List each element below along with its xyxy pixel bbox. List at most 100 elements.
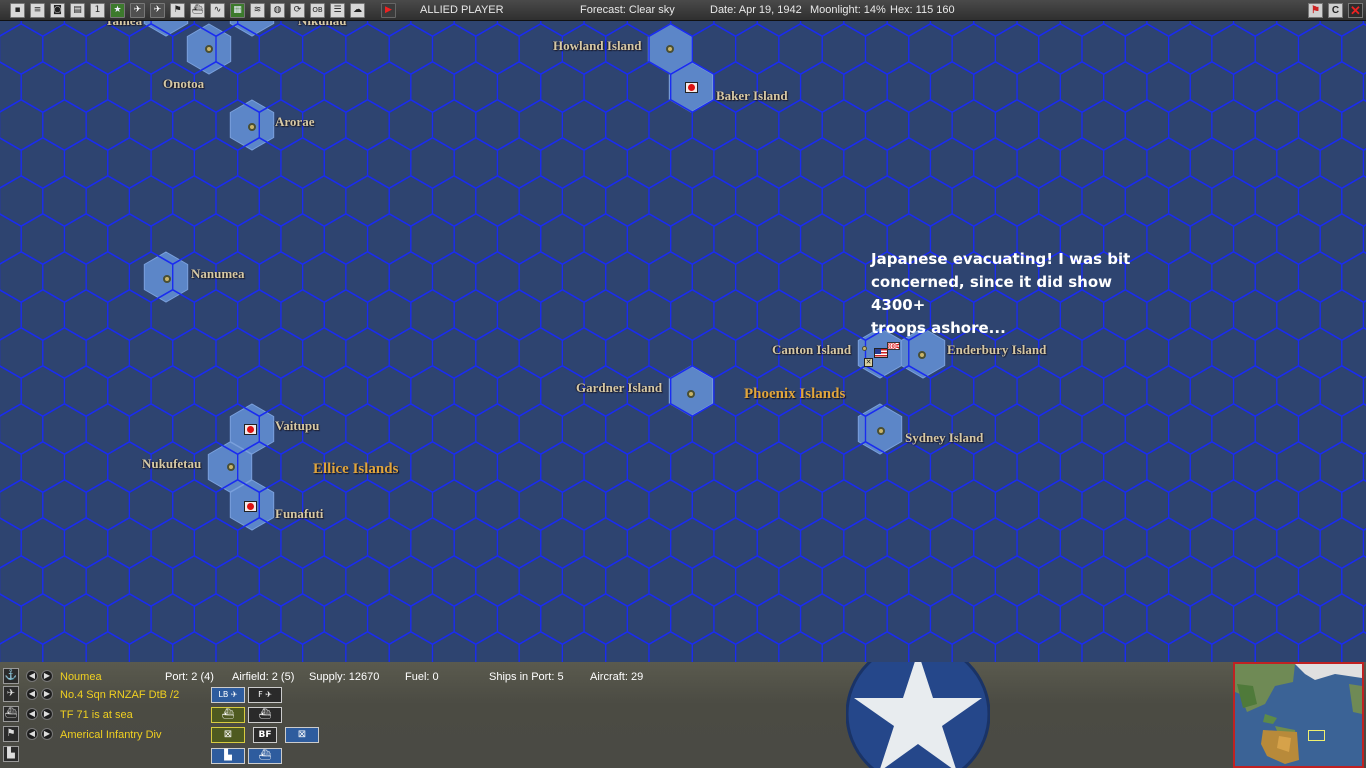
base-marker[interactable] — [687, 390, 695, 398]
ob-icon[interactable]: OB — [310, 3, 325, 18]
ship-icon[interactable]: ⛴ — [3, 706, 19, 722]
place-label-onotoa: Onotoa — [163, 76, 205, 91]
place-label-baker: Baker Island — [716, 88, 788, 103]
place-label-funafuti: Funafuti — [275, 506, 324, 521]
globe-icon[interactable]: ◍ — [270, 3, 285, 18]
star-icon[interactable]: ★ — [110, 3, 125, 18]
hq-button[interactable]: ⊠ — [285, 727, 319, 743]
airfield-stat: Airfield: 2 (5) — [232, 671, 295, 683]
japan-ensign-icon[interactable] — [887, 342, 900, 350]
place-label-sydney: Sydney Island — [905, 430, 984, 445]
japan-flag-icon[interactable] — [685, 82, 698, 93]
ground-unit-name[interactable]: Americal Infantry Div — [60, 729, 161, 741]
place-label-nikunau: Nikunau — [298, 21, 346, 29]
flag-button[interactable]: ⚑ — [1308, 3, 1323, 18]
prev-arrow-icon[interactable]: ◀ — [26, 728, 38, 740]
port-stat: Port: 2 (4) — [165, 671, 214, 683]
place-label-nukufetau: Nukufetau — [142, 456, 202, 471]
report-icon[interactable]: ▤ — [70, 3, 85, 18]
convoy-button[interactable]: ⛴ — [248, 748, 282, 764]
industry-button[interactable]: ▙ — [211, 748, 245, 764]
base-marker[interactable] — [227, 463, 235, 471]
fighter-button[interactable]: F ✈ — [248, 687, 282, 703]
options-icon[interactable]: ▪ — [10, 3, 25, 18]
moonlight-text: Moonlight: 14% — [810, 4, 886, 16]
close-button[interactable]: ✕ — [1348, 3, 1363, 18]
camera-icon[interactable]: ◙ — [50, 3, 65, 18]
date-text: Date: Apr 19, 1942 — [710, 4, 802, 16]
hex-grid[interactable] — [0, 21, 1366, 662]
factory-icon[interactable]: ▙ — [3, 746, 19, 762]
base-marker[interactable] — [918, 351, 926, 359]
ship-icon[interactable]: ⛴ — [190, 3, 205, 18]
base-marker[interactable] — [205, 45, 213, 53]
base-marker[interactable] — [862, 346, 867, 351]
base-marker[interactable] — [877, 427, 885, 435]
japan-flag-icon[interactable] — [244, 424, 257, 435]
base-marker[interactable] — [248, 123, 256, 131]
plane-icon[interactable]: ✈ — [130, 3, 145, 18]
lb-label: LB — [218, 690, 229, 699]
c-button[interactable]: C — [1328, 3, 1343, 18]
menu-icon[interactable]: ☰ — [330, 3, 345, 18]
allied-star-emblem — [846, 662, 990, 768]
task-force-name[interactable]: TF 71 is at sea — [60, 709, 133, 721]
mini-map[interactable] — [1233, 662, 1364, 768]
japan-flag-icon[interactable] — [244, 501, 257, 512]
land-based-air-button[interactable]: LB ✈ — [211, 687, 245, 703]
prev-arrow-icon[interactable]: ◀ — [26, 688, 38, 700]
next-arrow-icon[interactable]: ▶ — [41, 688, 53, 700]
unit-marker-icon[interactable]: ✕ — [864, 358, 873, 367]
place-label-tarawa: Tamea — [105, 21, 142, 29]
air-unit-name[interactable]: No.4 Sqn RNZAF DtB /2 — [60, 689, 179, 701]
info-icon[interactable]: 1 — [90, 3, 105, 18]
aircraft-stat: Aircraft: 29 — [590, 671, 644, 683]
prev-arrow-icon[interactable]: ◀ — [26, 670, 38, 682]
next-arrow-icon[interactable]: ▶ — [41, 728, 53, 740]
chart-icon[interactable]: ∿ — [210, 3, 225, 18]
ships-in-port-stat: Ships in Port: 5 — [489, 671, 564, 683]
flag-icon[interactable]: ⚑ — [170, 3, 185, 18]
place-label-canton: Canton Island — [772, 342, 852, 357]
play-icon[interactable]: ▶ — [381, 3, 396, 18]
bf-button[interactable]: BF — [253, 727, 277, 743]
map-icon[interactable]: ▦ — [230, 3, 245, 18]
document-icon[interactable]: ≡ — [30, 3, 45, 18]
mini-map-terrain — [1235, 664, 1362, 766]
f-label: F — [258, 690, 263, 699]
bottom-panel: ⚓ ◀ ▶ Noumea Port: 2 (4) Airfield: 2 (5)… — [0, 662, 1366, 768]
star-emblem-icon — [846, 662, 990, 768]
anchor-icon[interactable]: ⚓ — [3, 668, 19, 684]
task-force-button[interactable]: ⛴ — [211, 707, 245, 723]
fuel-stat: Fuel: 0 — [405, 671, 439, 683]
next-arrow-icon[interactable]: ▶ — [41, 670, 53, 682]
place-label-howland: Howland Island — [553, 38, 642, 53]
group-label-ellice: Ellice Islands — [313, 461, 399, 477]
us-flag-icon[interactable] — [874, 348, 888, 358]
hex-map[interactable]: Tamea Nikunau Howland Island Onotoa Bake… — [0, 21, 1366, 662]
prev-arrow-icon[interactable]: ◀ — [26, 708, 38, 720]
weather-icon[interactable]: ☁ — [350, 3, 365, 18]
place-label-enderbury: Enderbury Island — [947, 342, 1047, 357]
supply-stat: Supply: 12670 — [309, 671, 380, 683]
base-marker[interactable] — [163, 275, 171, 283]
cycle-icon[interactable]: ⟳ — [290, 3, 305, 18]
aircraft-icon[interactable]: ✈ — [3, 686, 19, 702]
infantry-button[interactable]: ⊠ — [211, 727, 245, 743]
group-label-phoenix: Phoenix Islands — [744, 386, 846, 402]
mini-map-viewport[interactable] — [1308, 730, 1325, 741]
place-label-nanumea: Nanumea — [191, 266, 245, 281]
place-label-arorae: Arorae — [275, 114, 315, 129]
next-arrow-icon[interactable]: ▶ — [41, 708, 53, 720]
base-marker[interactable] — [666, 45, 674, 53]
fleet-icon[interactable]: ≋ — [250, 3, 265, 18]
flag-icon[interactable]: ⚑ — [3, 726, 19, 742]
place-label-gardner: Gardner Island — [576, 380, 663, 395]
hex-text: Hex: 115 160 — [890, 4, 955, 16]
player-label: ALLIED PLAYER — [420, 4, 504, 16]
place-label-vaitupu: Vaitupu — [275, 418, 320, 433]
forecast-text: Forecast: Clear sky — [580, 4, 675, 16]
base-name[interactable]: Noumea — [60, 671, 102, 683]
ship-list-button[interactable]: ⛴ — [248, 707, 282, 723]
plane-icon[interactable]: ✈ — [150, 3, 165, 18]
